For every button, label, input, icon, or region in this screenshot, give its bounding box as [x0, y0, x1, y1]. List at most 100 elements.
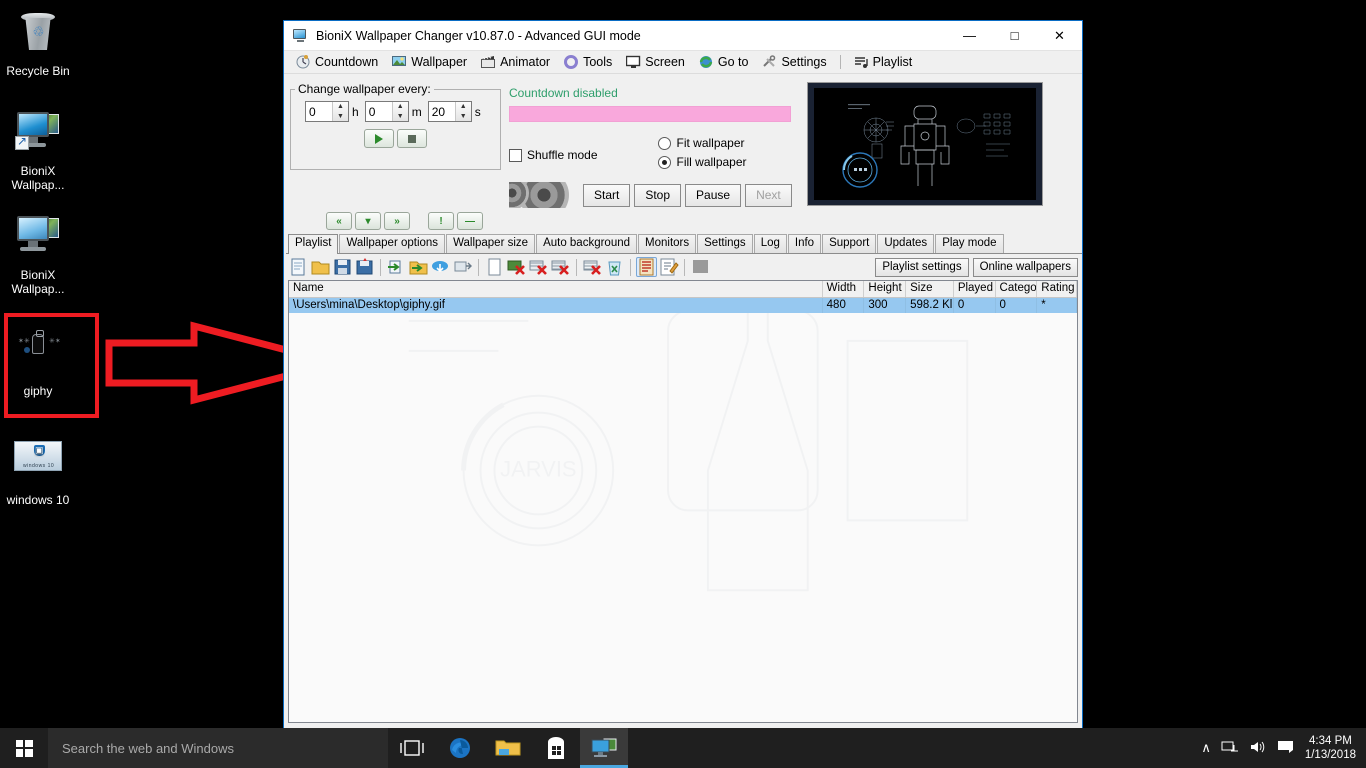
wallpaper-preview[interactable] [807, 82, 1043, 206]
tab-log[interactable]: Log [754, 234, 787, 253]
remove-all-icon[interactable] [550, 257, 571, 277]
new-file-icon[interactable] [484, 257, 505, 277]
edit-properties-icon[interactable] [658, 257, 679, 277]
playlist-settings-button[interactable]: Playlist settings [875, 258, 968, 277]
playlist-nav-buttons: « ▾ » ! — [284, 208, 1082, 230]
tab-playlist[interactable]: Playlist [288, 234, 338, 254]
column-header-name[interactable]: Name [289, 281, 823, 297]
edge-icon[interactable] [436, 728, 484, 768]
playlist-list[interactable]: JARVIS Name Width Height Size Played Cat… [288, 280, 1078, 723]
menu-item-screen[interactable]: Screen [620, 53, 691, 71]
toolbar-separator [380, 259, 381, 276]
fill-wallpaper-radio[interactable]: Fill wallpaper [658, 155, 747, 169]
menu-item-animator[interactable]: Animator [475, 53, 556, 71]
countdown-panel: Countdown disabled Shuffle mode Fit wall… [501, 78, 801, 208]
tab-wallpaper-options[interactable]: Wallpaper options [339, 234, 445, 253]
nav-first-button[interactable]: « [326, 212, 352, 230]
stop-button[interactable]: Stop [634, 184, 681, 207]
stop-timer-button[interactable] [397, 129, 427, 148]
cell-height: 300 [864, 298, 906, 313]
seconds-spin-arrows[interactable]: ▲▼ [455, 102, 471, 121]
hours-input[interactable] [306, 102, 332, 121]
volume-icon[interactable] [1249, 740, 1267, 757]
menu-item-goto[interactable]: Go to [693, 53, 755, 71]
add-folder-icon[interactable] [408, 257, 429, 277]
remove-selected-icon[interactable] [528, 257, 549, 277]
radio-circle-selected[interactable] [658, 156, 671, 169]
open-playlist-icon[interactable] [310, 257, 331, 277]
column-header-size[interactable]: Size [906, 281, 954, 297]
save-as-playlist-icon[interactable] [354, 257, 375, 277]
checkbox-box[interactable] [509, 149, 522, 162]
tab-support[interactable]: Support [822, 234, 876, 253]
export-icon[interactable] [452, 257, 473, 277]
start-button[interactable] [0, 728, 48, 768]
close-button[interactable]: ✕ [1037, 21, 1082, 50]
save-playlist-icon[interactable] [332, 257, 353, 277]
store-icon[interactable] [532, 728, 580, 768]
edit-list-icon[interactable] [636, 257, 657, 277]
radio-circle[interactable] [658, 137, 671, 150]
tab-wallpaper-size[interactable]: Wallpaper size [446, 234, 535, 253]
clock-date: 1/13/2018 [1305, 748, 1356, 762]
download-cloud-icon[interactable] [430, 257, 451, 277]
tab-play-mode[interactable]: Play mode [935, 234, 1003, 253]
menu-item-wallpaper[interactable]: Wallpaper [386, 53, 473, 71]
action-center-icon[interactable] [1277, 740, 1295, 757]
interval-spinners: ▲▼ h ▲▼ m ▲▼ s [291, 96, 500, 122]
column-header-width[interactable]: Width [823, 281, 865, 297]
network-icon[interactable] [1221, 740, 1239, 757]
maximize-button[interactable]: □ [992, 21, 1037, 50]
tab-auto-background[interactable]: Auto background [536, 234, 637, 253]
import-folder-icon[interactable] [386, 257, 407, 277]
pause-button[interactable]: Pause [685, 184, 741, 207]
column-header-height[interactable]: Height [864, 281, 906, 297]
hours-spin-arrows[interactable]: ▲▼ [332, 102, 348, 121]
recycle-delete-icon[interactable] [604, 257, 625, 277]
search-input[interactable]: Search the web and Windows [48, 728, 388, 768]
menu-item-playlist[interactable]: Playlist [848, 53, 919, 71]
nav-last-button[interactable]: » [384, 212, 410, 230]
column-header-played[interactable]: Played [954, 281, 996, 297]
tray-chevron-up-icon[interactable]: ∧ [1201, 740, 1211, 756]
minutes-spinner[interactable]: ▲▼ [365, 101, 409, 122]
minimize-button[interactable]: — [947, 21, 992, 50]
tab-settings[interactable]: Settings [697, 234, 753, 253]
nav-minimize-button[interactable]: — [457, 212, 483, 230]
desktop-icon-bionix-shortcut[interactable]: BioniX Wallpap... [0, 108, 76, 192]
seconds-spinner[interactable]: ▲▼ [428, 101, 472, 122]
minutes-spin-arrows[interactable]: ▲▼ [392, 102, 408, 121]
menu-item-countdown[interactable]: Countdown [290, 53, 384, 71]
menu-item-settings[interactable]: Settings [756, 53, 832, 71]
nav-dropdown-button[interactable]: ▾ [355, 212, 381, 230]
online-wallpapers-button[interactable]: Online wallpapers [973, 258, 1078, 277]
remove-item-icon[interactable] [506, 257, 527, 277]
bionix-taskbar-icon[interactable] [580, 728, 628, 768]
shuffle-mode-checkbox[interactable]: Shuffle mode [509, 136, 598, 174]
minutes-input[interactable] [366, 102, 392, 121]
table-row[interactable]: \Users\mina\Desktop\giphy.gif 480 300 59… [289, 298, 1077, 313]
hours-spinner[interactable]: ▲▼ [305, 101, 349, 122]
column-header-category[interactable]: Catego [996, 281, 1038, 297]
fill-wallpaper-label: Fill wallpaper [677, 155, 747, 169]
start-timer-button[interactable] [364, 129, 394, 148]
column-header-rating[interactable]: Rating [1037, 281, 1077, 297]
task-view-icon[interactable] [388, 728, 436, 768]
start-button[interactable]: Start [583, 184, 630, 207]
clock[interactable]: 4:34 PM 1/13/2018 [1305, 734, 1356, 762]
clear-list-icon[interactable] [582, 257, 603, 277]
seconds-input[interactable] [429, 102, 455, 121]
fit-wallpaper-radio[interactable]: Fit wallpaper [658, 136, 747, 150]
menu-item-tools[interactable]: Tools [558, 53, 618, 71]
blank-icon[interactable] [690, 257, 711, 277]
file-explorer-icon[interactable] [484, 728, 532, 768]
tab-monitors[interactable]: Monitors [638, 234, 696, 253]
nav-info-button[interactable]: ! [428, 212, 454, 230]
desktop-icon-recycle-bin[interactable]: ♲ Recycle Bin [0, 8, 76, 78]
desktop-icon-label: BioniX Wallpap... [0, 268, 76, 296]
desktop-icon-windows-10[interactable]: windows 10 windows 10 [0, 432, 76, 507]
tab-info[interactable]: Info [788, 234, 821, 253]
desktop-icon-bionix-app[interactable]: BioniX Wallpap... [0, 212, 76, 296]
new-playlist-icon[interactable] [288, 257, 309, 277]
tab-updates[interactable]: Updates [877, 234, 934, 253]
